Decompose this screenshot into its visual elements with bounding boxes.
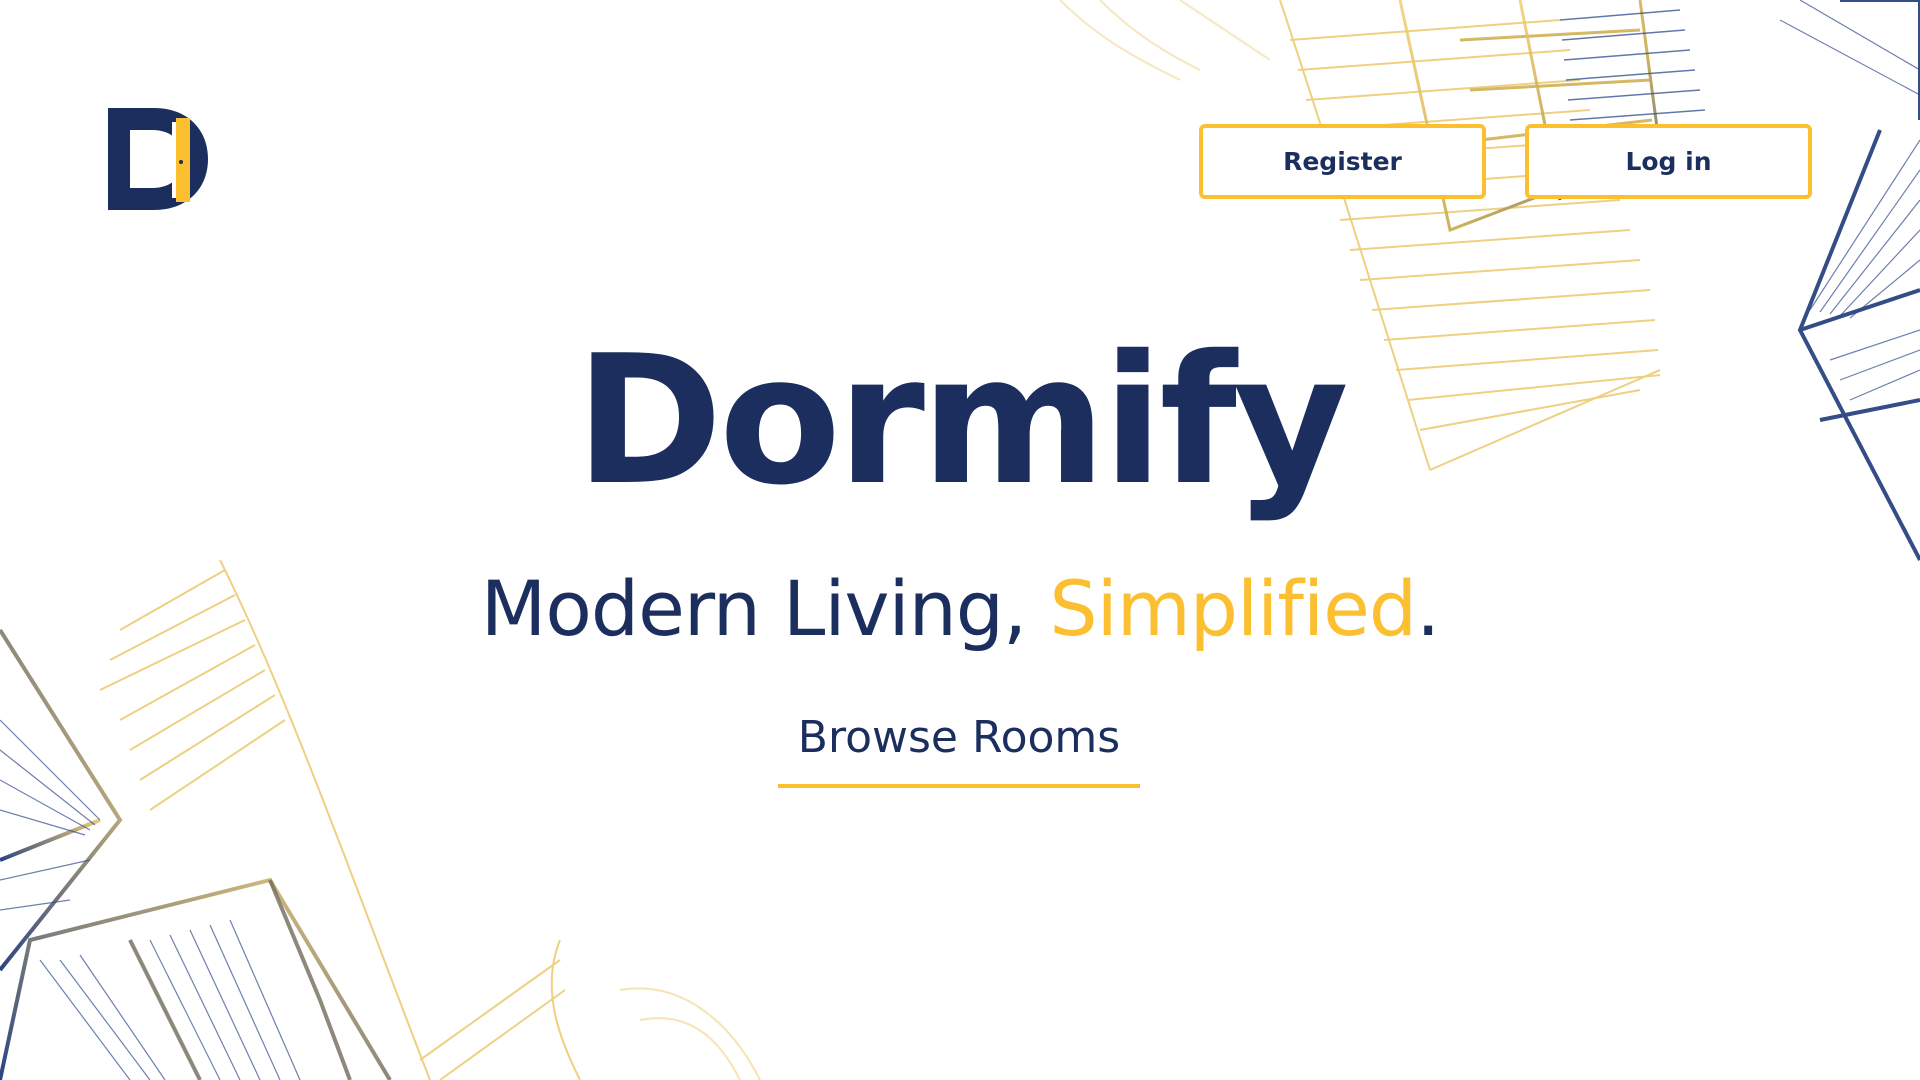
tagline-text: Modern Living, — [480, 564, 1050, 653]
register-button[interactable]: Register — [1199, 124, 1486, 199]
tagline-accent: Simplified — [1049, 564, 1417, 653]
tagline: Modern Living, Simplified. — [0, 567, 1920, 651]
landing-page: Register Log in Dormify Modern Living, S… — [0, 0, 1920, 1080]
tagline-period: . — [1416, 564, 1440, 653]
dormify-logo-icon — [108, 108, 208, 210]
login-button[interactable]: Log in — [1525, 124, 1812, 199]
browse-rooms-link[interactable]: Browse Rooms — [778, 708, 1140, 788]
brand-title: Dormify — [575, 317, 1349, 524]
